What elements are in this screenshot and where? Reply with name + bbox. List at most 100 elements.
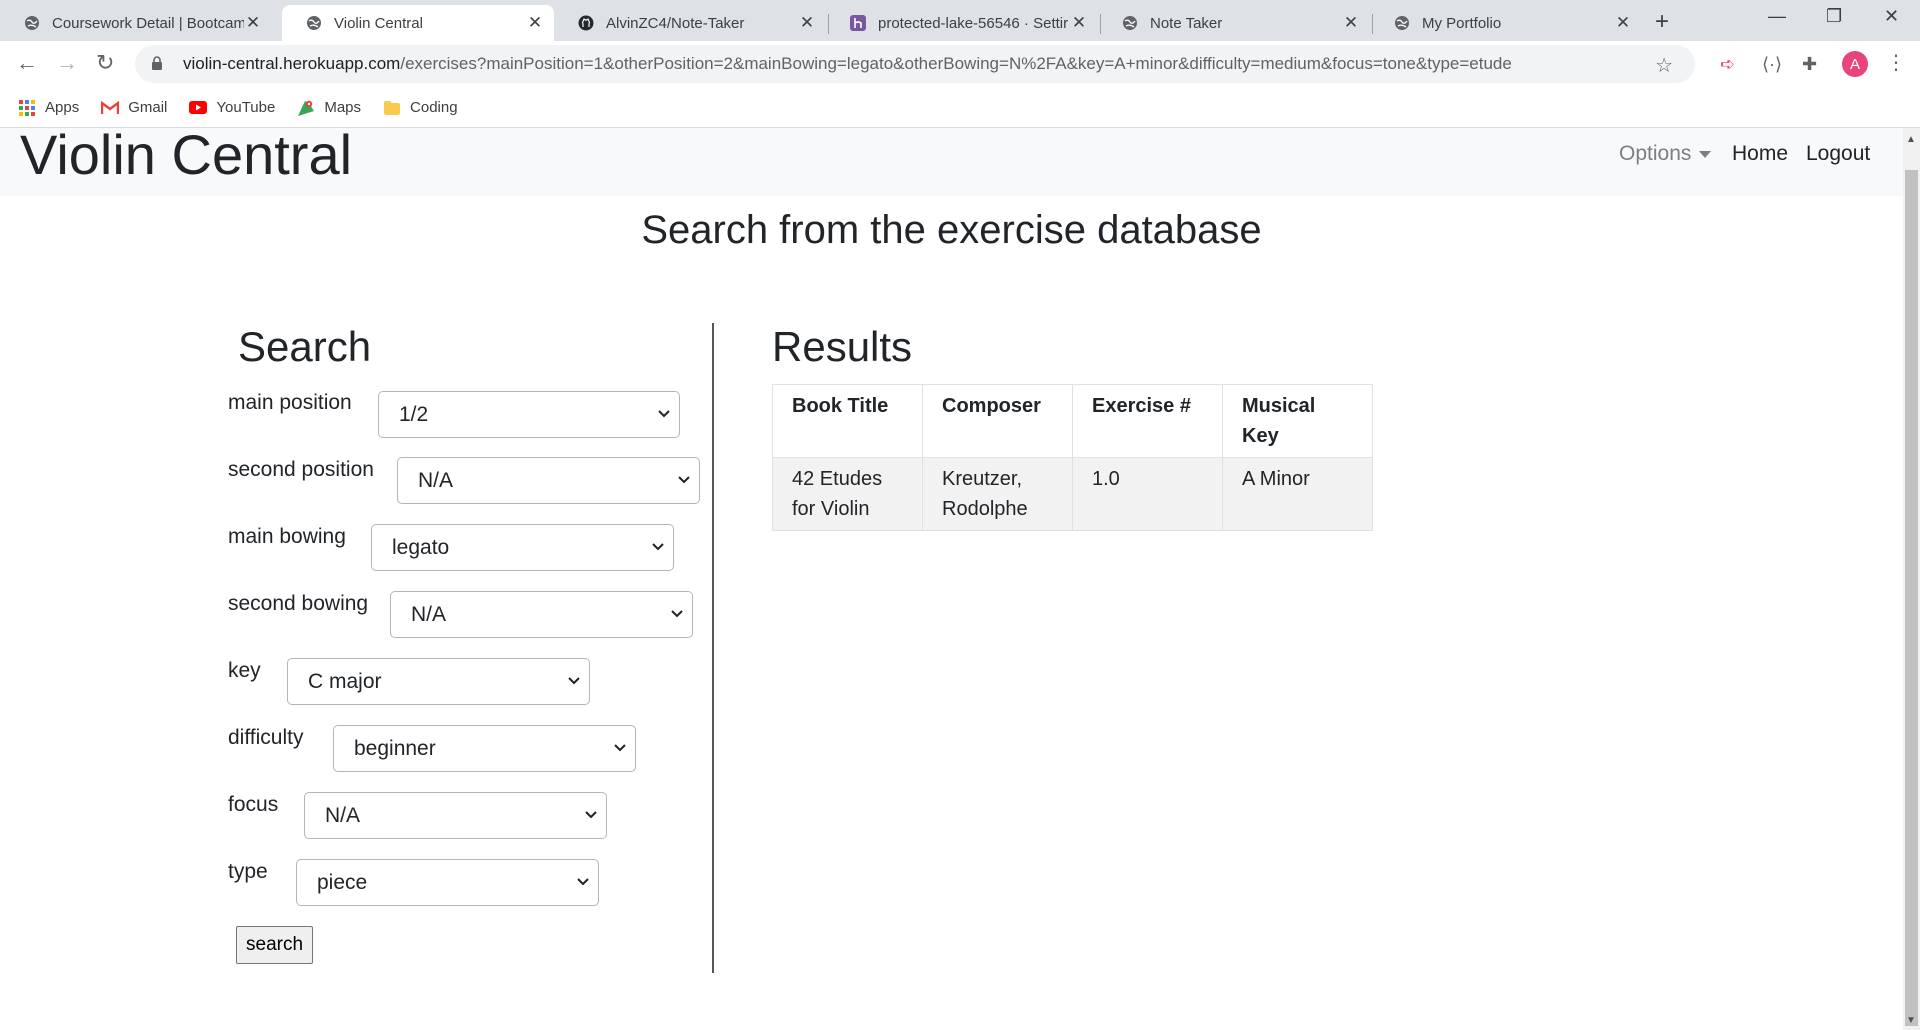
chevron-down-icon [577,878,589,886]
bookmark-maps[interactable]: Maps [297,99,361,117]
cell-musical-key: A Minor [1222,457,1373,531]
select-value: N/A [418,468,454,492]
globe-icon [24,15,40,31]
search-heading: Search [238,323,372,370]
main-bowing-select[interactable]: legato [371,524,674,571]
bookmark-star-icon[interactable]: ☆ [1655,53,1673,78]
chevron-down-icon [568,677,580,685]
close-tab-icon[interactable]: ✕ [526,13,544,33]
tab-my-portfolio[interactable]: My Portfolio ✕ [1370,5,1642,41]
difficulty-select[interactable]: beginner [333,725,636,772]
tab-coursework-detail[interactable]: Coursework Detail | Bootcam ✕ [0,5,272,41]
type-label: type [228,860,268,883]
github-icon [578,15,594,31]
reload-icon[interactable]: ↻ [96,50,114,76]
tab-heroku-settings[interactable]: protected-lake-56546 · Settir ✕ [826,5,1098,41]
second-bowing-select[interactable]: N/A [390,591,693,638]
select-value: C major [308,669,382,693]
page-title: Search from the exercise database [641,208,1262,252]
column-header-composer: Composer [922,384,1073,458]
lock-icon [151,55,171,73]
key-select[interactable]: C major [287,658,590,705]
browser-toolbar: ← → ↻ violin-central.herokuapp.com/exerc… [0,41,1920,88]
profile-avatar[interactable]: A [1842,51,1868,77]
tab-title: My Portfolio [1422,14,1502,32]
second-bowing-label: second bowing [228,592,369,615]
extension-code-icon[interactable]: ⟨·⟩ [1762,54,1782,75]
main-bowing-label: main bowing [228,525,346,548]
second-position-label: second position [228,458,374,481]
chevron-down-icon [678,476,690,484]
globe-icon [1122,15,1138,31]
key-label: key [228,659,261,682]
tab-violin-central[interactable]: Violin Central ✕ [282,5,554,41]
table-row: 42 Etudes for Violin Kreutzer, Rodolphe … [772,457,1373,531]
scroll-up-arrow-icon[interactable]: ▲ [1906,134,1916,145]
cell-exercise-number: 1.0 [1072,457,1223,531]
search-button[interactable]: search [236,926,314,964]
close-window-icon[interactable]: ✕ [1884,6,1899,27]
url-host: violin-central.herokuapp.com [183,54,401,73]
close-tab-icon[interactable]: ✕ [798,13,816,33]
tab-title: Coursework Detail | Bootcam [52,14,244,32]
chevron-down-icon [652,543,664,551]
tab-title: Violin Central [334,14,423,32]
focus-select[interactable]: N/A [304,792,607,839]
bookmark-youtube[interactable]: YouTube [189,99,275,117]
extension-arrow-icon[interactable]: ➪ [1720,54,1735,75]
address-bar[interactable]: violin-central.herokuapp.com/exercises?m… [135,45,1695,83]
scrollbar-thumb[interactable] [1905,170,1918,1026]
main-position-select[interactable]: 1/2 [378,391,680,438]
results-heading: Results [772,323,913,370]
search-form: Search main position 1/2 second position… [228,323,714,973]
browser-menu-icon[interactable]: ⋮ [1886,50,1906,75]
column-header-book-title: Book Title [772,384,923,458]
bookmark-label: Gmail [128,99,168,116]
tab-title: AlvinZC4/Note-Taker [606,14,745,32]
maps-icon [297,99,315,117]
site-navbar: Violin Central Options Home Logout [0,128,1903,196]
gmail-icon [101,99,120,117]
second-position-select[interactable]: N/A [397,457,700,504]
minimize-icon[interactable]: — [1768,6,1786,27]
browser-tab-strip: Coursework Detail | Bootcam ✕ Violin Cen… [0,0,1920,41]
close-tab-icon[interactable]: ✕ [244,13,262,33]
select-value: legato [392,535,450,559]
globe-icon [1394,15,1410,31]
chevron-down-icon [658,410,670,418]
bookmark-gmail[interactable]: Gmail [101,99,167,117]
back-icon[interactable]: ← [16,50,38,76]
extensions-puzzle-icon[interactable]: ✚ [1802,54,1817,75]
nav-logout-link[interactable]: Logout [1806,142,1870,166]
options-dropdown[interactable]: Options [1619,142,1712,166]
results-table: Book Title Composer Exercise # Musical K… [772,384,1373,531]
close-tab-icon[interactable]: ✕ [1070,13,1088,33]
select-value: N/A [325,803,361,827]
main-position-label: main position [228,391,352,414]
bookmark-apps[interactable]: Apps [18,99,79,117]
tab-note-taker[interactable]: Note Taker ✕ [1098,5,1370,41]
new-tab-icon[interactable]: + [1655,8,1669,36]
table-header-row: Book Title Composer Exercise # Musical K… [772,384,1373,458]
bookmark-label: YouTube [216,99,276,116]
close-tab-icon[interactable]: ✕ [1614,13,1632,33]
scroll-down-arrow-icon[interactable]: ▼ [1906,1015,1916,1026]
select-value: N/A [411,602,447,626]
bookmarks-bar: Apps Gmail YouTube Maps Coding [0,88,1920,128]
bookmark-coding-folder[interactable]: Coding [383,99,458,117]
bookmark-label: Apps [45,99,80,116]
heroku-icon [850,15,866,31]
page-scrollbar[interactable]: ▲ ▼ [1903,128,1920,1030]
options-label: Options [1619,142,1692,165]
close-tab-icon[interactable]: ✕ [1342,13,1360,33]
forward-icon[interactable]: → [56,50,78,76]
nav-home-link[interactable]: Home [1732,142,1788,166]
globe-icon [306,15,322,31]
tab-github-note-taker[interactable]: AlvinZC4/Note-Taker ✕ [554,5,826,41]
restore-icon[interactable]: ❐ [1826,6,1842,27]
type-select[interactable]: piece [296,859,599,906]
column-header-musical-key: Musical Key [1222,384,1373,458]
brand-title[interactable]: Violin Central [20,128,352,187]
youtube-icon [189,99,208,117]
select-value: 1/2 [399,402,429,426]
